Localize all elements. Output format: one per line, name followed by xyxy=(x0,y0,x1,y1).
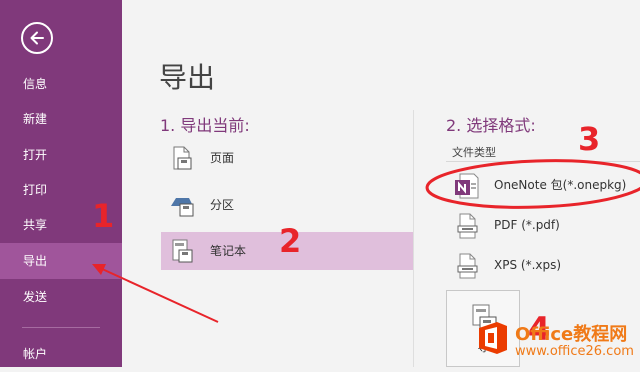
export-section-option[interactable]: 分区 xyxy=(161,186,413,224)
export-page-option[interactable]: 页面 xyxy=(161,139,413,177)
format-pdf[interactable]: PDF (*.pdf) xyxy=(446,205,640,245)
page-title: 导出 xyxy=(159,61,216,94)
back-arrow-icon xyxy=(30,31,44,45)
watermark: Office教程网 www.office26.com xyxy=(475,316,640,367)
file-type-divider xyxy=(446,161,640,162)
export-page-label: 页面 xyxy=(210,151,235,165)
page-icon xyxy=(169,145,195,175)
back-button[interactable] xyxy=(21,22,53,54)
format-onenote-package[interactable]: OneNote 包(*.onepkg) xyxy=(446,165,640,205)
column-divider xyxy=(413,110,414,367)
sidebar-divider xyxy=(22,327,100,328)
choose-format-heading: 2. 选择格式: xyxy=(446,116,536,135)
annotation-number-1: 1 xyxy=(92,197,115,235)
backstage-sidebar: 信息 新建 打开 打印 共享 导出 发送 帐户 xyxy=(0,0,122,367)
format-pdf-label: PDF (*.pdf) xyxy=(494,218,560,232)
format-onenote-label: OneNote 包(*.onepkg) xyxy=(494,178,627,192)
watermark-brand: Office教程网 xyxy=(515,324,628,345)
notebook-icon xyxy=(169,238,195,268)
section-icon xyxy=(169,192,197,222)
office-logo-icon xyxy=(479,322,507,354)
nav-item-export[interactable]: 导出 xyxy=(0,243,122,279)
xps-icon xyxy=(452,251,482,285)
watermark-url: www.office26.com xyxy=(515,344,634,359)
format-xps[interactable]: XPS (*.xps) xyxy=(446,245,640,285)
annotation-number-3: 3 xyxy=(578,120,601,158)
nav-item-open[interactable]: 打开 xyxy=(0,137,122,173)
export-notebook-label: 笔记本 xyxy=(210,244,247,258)
export-section-label: 分区 xyxy=(210,198,235,212)
nav-item-send[interactable]: 发送 xyxy=(0,279,122,315)
onenote-icon xyxy=(452,171,482,205)
export-pane: 导出 1. 导出当前: 页面 分区 笔记本 2. 选择格式: 文件类型 OneN… xyxy=(122,0,640,367)
export-current-heading: 1. 导出当前: xyxy=(160,116,250,135)
file-type-header: 文件类型 xyxy=(452,146,496,159)
annotation-number-2: 2 xyxy=(279,222,302,260)
format-xps-label: XPS (*.xps) xyxy=(494,258,562,272)
pdf-icon xyxy=(452,211,482,245)
nav-item-info[interactable]: 信息 xyxy=(0,66,122,102)
nav-item-new[interactable]: 新建 xyxy=(0,101,122,137)
